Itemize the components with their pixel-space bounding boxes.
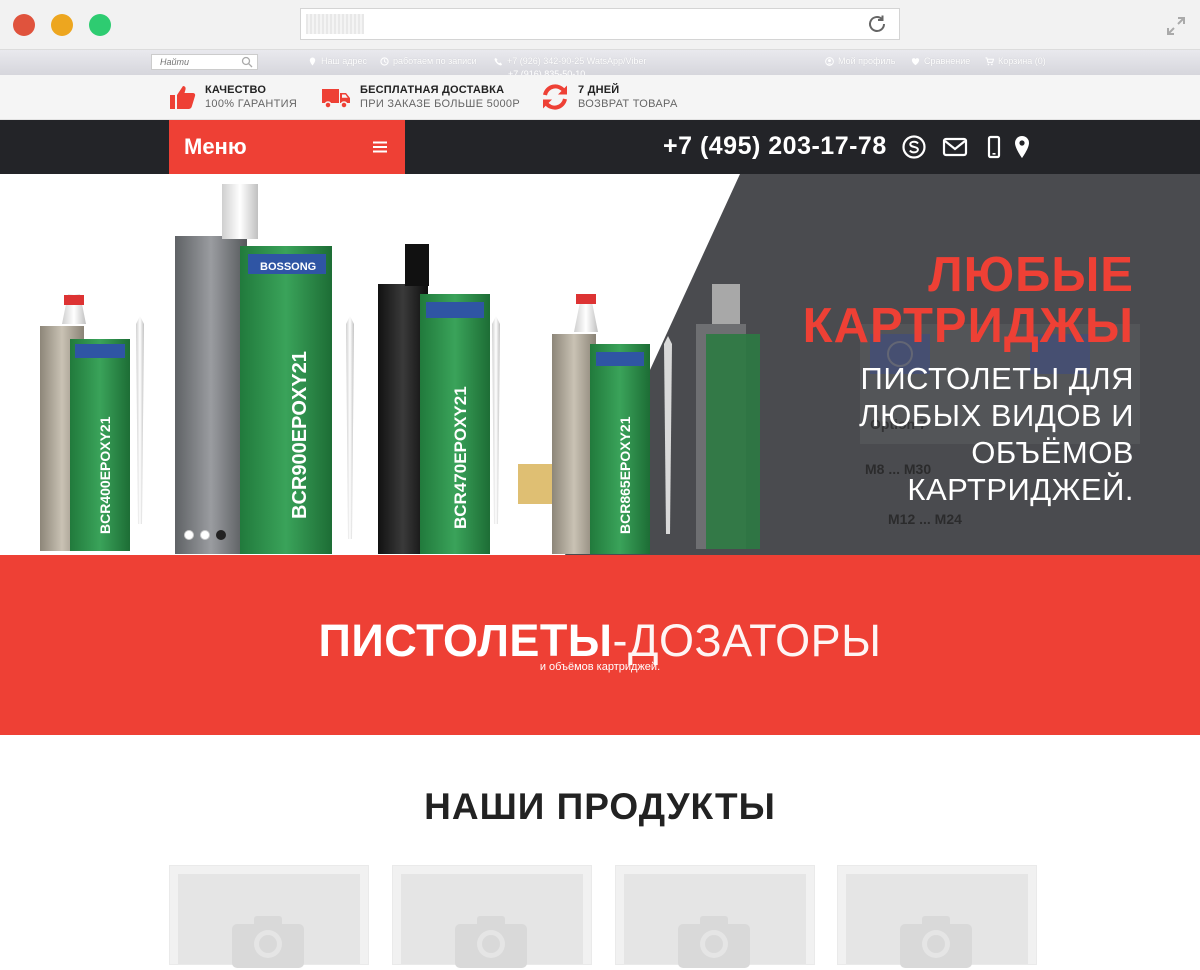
hero-subtitle: ПИСТОЛЕТЫ ДЛЯ ЛЮБЫХ ВИДОВ И ОБЪЁМОВ КАРТ…: [859, 360, 1134, 508]
benefit-title: 7 ДНЕЙ: [578, 84, 620, 96]
benefit-subtitle: ВОЗВРАТ ТОВАРА: [578, 98, 678, 110]
benefit-title: БЕСПЛАТНАЯ ДОСТАВКА: [360, 84, 505, 96]
hero-title: ЛЮБЫЕ КАРТРИДЖЫ: [803, 250, 1134, 352]
browser-chrome: [0, 0, 1200, 50]
camera-icon: [455, 916, 527, 968]
search-input[interactable]: [152, 55, 238, 69]
main-nav: Меню +7 (495) 203-17-78: [0, 120, 1200, 174]
cartridge-label: BCR400EPOXY21: [97, 416, 113, 534]
cartridge-label: BCR900EPOXY21: [289, 351, 311, 519]
address-text: Наш адрес: [321, 56, 367, 66]
hero-title-line: КАРТРИДЖЫ: [802, 299, 1134, 353]
benefit-subtitle: 100% ГАРАНТИЯ: [205, 98, 298, 110]
promo-title-bold: ПИСТОЛЕТЫ: [318, 615, 613, 666]
menu-label: Меню: [184, 134, 247, 159]
minimize-window-button[interactable]: [51, 14, 73, 36]
mobile-icon[interactable]: [981, 134, 1007, 160]
benefit-delivery: БЕСПЛАТНАЯ ДОСТАВКА ПРИ ЗАКАЗЕ БОЛЬШЕ 50…: [320, 82, 520, 112]
slider-dot[interactable]: [200, 530, 210, 540]
search-box[interactable]: [151, 54, 258, 70]
address-bar[interactable]: [300, 8, 900, 40]
map-pin-icon[interactable]: [1009, 134, 1035, 160]
benefit-quality: КАЧЕСТВО 100% ГАРАНТИЯ: [167, 82, 297, 112]
hero-subtitle-line: КАРТРИДЖЕЙ.: [907, 472, 1134, 507]
cart-icon: [985, 56, 994, 65]
benefit-subtitle: ПРИ ЗАКАЗЕ БОЛЬШЕ 5000Р: [360, 98, 520, 110]
cert-range2-text: M12 ... M24: [888, 511, 962, 527]
hero-subtitle-line: ЛЮБЫХ ВИДОВ И: [859, 398, 1134, 433]
camera-icon: [232, 916, 304, 968]
benefit-title: КАЧЕСТВО: [205, 84, 267, 96]
cart-text: Корзина (0): [998, 56, 1046, 66]
benefit-return: 7 ДНЕЙ ВОЗВРАТ ТОВАРА: [540, 82, 678, 112]
hours-info: работаем по записи: [380, 56, 477, 66]
map-pin-icon: [309, 56, 316, 66]
camera-icon: [678, 916, 750, 968]
phone1-link[interactable]: +7 (926) 342-90-25 WatsApp/Viber: [494, 56, 646, 66]
heart-icon: [911, 57, 920, 65]
menu-button[interactable]: Меню: [169, 120, 405, 174]
products-heading: НАШИ ПРОДУКТЫ: [424, 786, 776, 827]
cartridge-label: BCR470EPOXY21: [451, 386, 470, 529]
promo-title-thin: -ДОЗАТОРЫ: [612, 615, 882, 666]
nav-phone[interactable]: +7 (495) 203-17-78: [663, 132, 887, 161]
expand-icon[interactable]: [1164, 14, 1188, 38]
compare-link[interactable]: Сравнение: [911, 56, 970, 66]
url-text: [306, 14, 364, 34]
user-icon: [825, 56, 834, 66]
promo-title: ПИСТОЛЕТЫ-ДОЗАТОРЫ: [0, 615, 1200, 667]
phone1-text: +7 (926) 342-90-25 WatsApp/Viber: [507, 56, 647, 66]
cart-link[interactable]: Корзина (0): [985, 56, 1046, 66]
hamburger-icon: [373, 141, 387, 153]
promo-subtitle: и объёмов картриджей.: [539, 661, 661, 673]
compare-text: Сравнение: [924, 56, 971, 66]
slider-pagination: [184, 530, 226, 540]
clock-icon: [380, 56, 389, 66]
thumbs-up-icon: [170, 86, 196, 109]
hours-text: работаем по записи: [393, 56, 477, 66]
product-card[interactable]: [392, 865, 592, 968]
profile-text: Мой профиль: [838, 56, 896, 66]
mail-icon[interactable]: [942, 134, 968, 160]
address-link[interactable]: Наш адрес: [308, 56, 367, 66]
skype-icon[interactable]: [901, 134, 927, 160]
product-card[interactable]: [837, 865, 1037, 968]
promo-band: ПИСТОЛЕТЫ-ДОЗАТОРЫ и объёмов картриджей.: [0, 555, 1200, 735]
hero-subtitle-line: ОБЪЁМОВ: [971, 435, 1134, 470]
benefits-strip: КАЧЕСТВО 100% ГАРАНТИЯ БЕСПЛАТНАЯ ДОСТАВ…: [0, 75, 1200, 120]
profile-link[interactable]: Мой профиль: [825, 56, 895, 66]
top-utility-bar: Наш адрес работаем по записи +7 (926) 34…: [0, 50, 1200, 75]
maximize-window-button[interactable]: [89, 14, 111, 36]
hero-slider: Option 7 M8 ... M30 M12 ... M24 BCR400EP…: [0, 174, 1200, 555]
slider-dot-active[interactable]: [216, 530, 226, 540]
product-card[interactable]: [615, 865, 815, 968]
hero-subtitle-line: ПИСТОЛЕТЫ ДЛЯ: [860, 361, 1134, 396]
refresh-icon: [543, 84, 567, 110]
slider-dot[interactable]: [184, 530, 194, 540]
hero-title-line: ЛЮБЫЕ: [928, 248, 1134, 302]
close-window-button[interactable]: [13, 14, 35, 36]
search-icon[interactable]: [241, 56, 253, 68]
product-card[interactable]: [169, 865, 369, 968]
camera-icon: [900, 916, 972, 968]
truck-icon: [322, 89, 350, 109]
reload-icon[interactable]: [865, 12, 889, 36]
cartridge-label: BCR865EPOXY21: [617, 416, 633, 534]
phone-icon: [494, 57, 503, 66]
brand-label: BOSSONG: [260, 261, 316, 273]
